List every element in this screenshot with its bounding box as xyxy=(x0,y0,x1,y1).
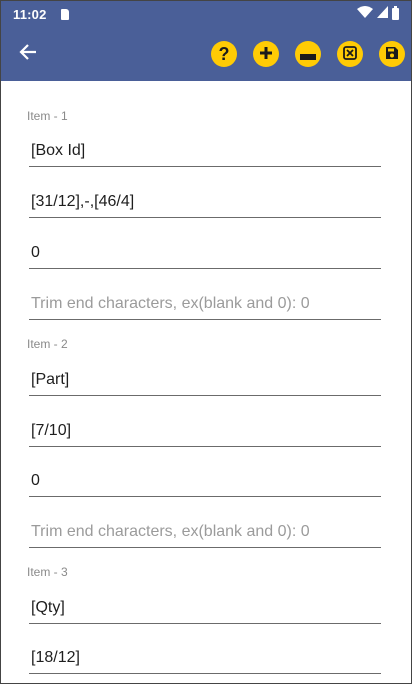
field-value: [18/12] xyxy=(31,649,80,666)
field-value: 0 xyxy=(31,472,40,489)
minus-icon xyxy=(300,45,316,63)
arrow-left-icon xyxy=(19,43,37,66)
item-name-field[interactable]: [Qty] xyxy=(29,595,381,624)
close-box-icon xyxy=(343,45,357,63)
help-button[interactable]: ? xyxy=(211,41,237,67)
item-label: Item - 3 xyxy=(27,565,68,579)
field-value: [7/10] xyxy=(31,422,72,439)
trim-characters-field[interactable]: Trim end characters, ex(blank and 0): 0 xyxy=(29,519,381,548)
plus-icon xyxy=(259,45,273,63)
field-value: [Qty] xyxy=(31,599,65,616)
toolbar-actions: ? xyxy=(211,41,405,67)
toolbar: ? xyxy=(1,27,411,81)
back-button[interactable] xyxy=(10,36,46,72)
field-placeholder: Trim end characters, ex(blank and 0): 0 xyxy=(31,523,310,540)
item-label: Item - 1 xyxy=(27,109,68,123)
field-value: [31/12],-,[46/4] xyxy=(31,193,135,210)
question-icon: ? xyxy=(218,44,230,64)
trim-characters-field[interactable]: Trim end characters, ex(blank and 0): 0 xyxy=(29,291,381,320)
item-label: Item - 2 xyxy=(27,337,68,351)
remove-button[interactable] xyxy=(295,41,321,67)
field-value: [Box Id] xyxy=(31,142,86,159)
field-placeholder: Trim end characters, ex(blank and 0): 0 xyxy=(31,295,310,312)
status-icons xyxy=(357,5,399,23)
item-name-field[interactable]: [Box Id] xyxy=(29,138,381,167)
clear-button[interactable] xyxy=(337,41,363,67)
save-button[interactable] xyxy=(379,41,405,67)
item-position-field[interactable]: [18/12] xyxy=(29,645,381,674)
field-value: 0 xyxy=(31,244,40,261)
item-offset-field[interactable]: 0 xyxy=(29,240,381,269)
status-time: 11:02 xyxy=(13,6,47,22)
sd-card-icon xyxy=(60,8,69,20)
item-position-field[interactable]: [31/12],-,[46/4] xyxy=(29,189,381,218)
battery-icon xyxy=(392,6,399,20)
status-bar: 11:02 xyxy=(1,1,411,27)
signal-icon xyxy=(377,5,388,23)
item-offset-field[interactable]: 0 xyxy=(29,468,381,497)
item-name-field[interactable]: [Part] xyxy=(29,367,381,396)
item-position-field[interactable]: [7/10] xyxy=(29,418,381,447)
item-list: Item - 1 [Box Id] [31/12],-,[46/4] 0 Tri… xyxy=(1,81,411,683)
field-value: [Part] xyxy=(31,371,70,388)
floppy-disk-icon xyxy=(385,45,399,63)
app-window: 11:02 ? Item - 1 [Box Id] [31/12],-,[46/… xyxy=(0,0,412,684)
wifi-icon xyxy=(357,5,373,23)
add-button[interactable] xyxy=(253,41,279,67)
